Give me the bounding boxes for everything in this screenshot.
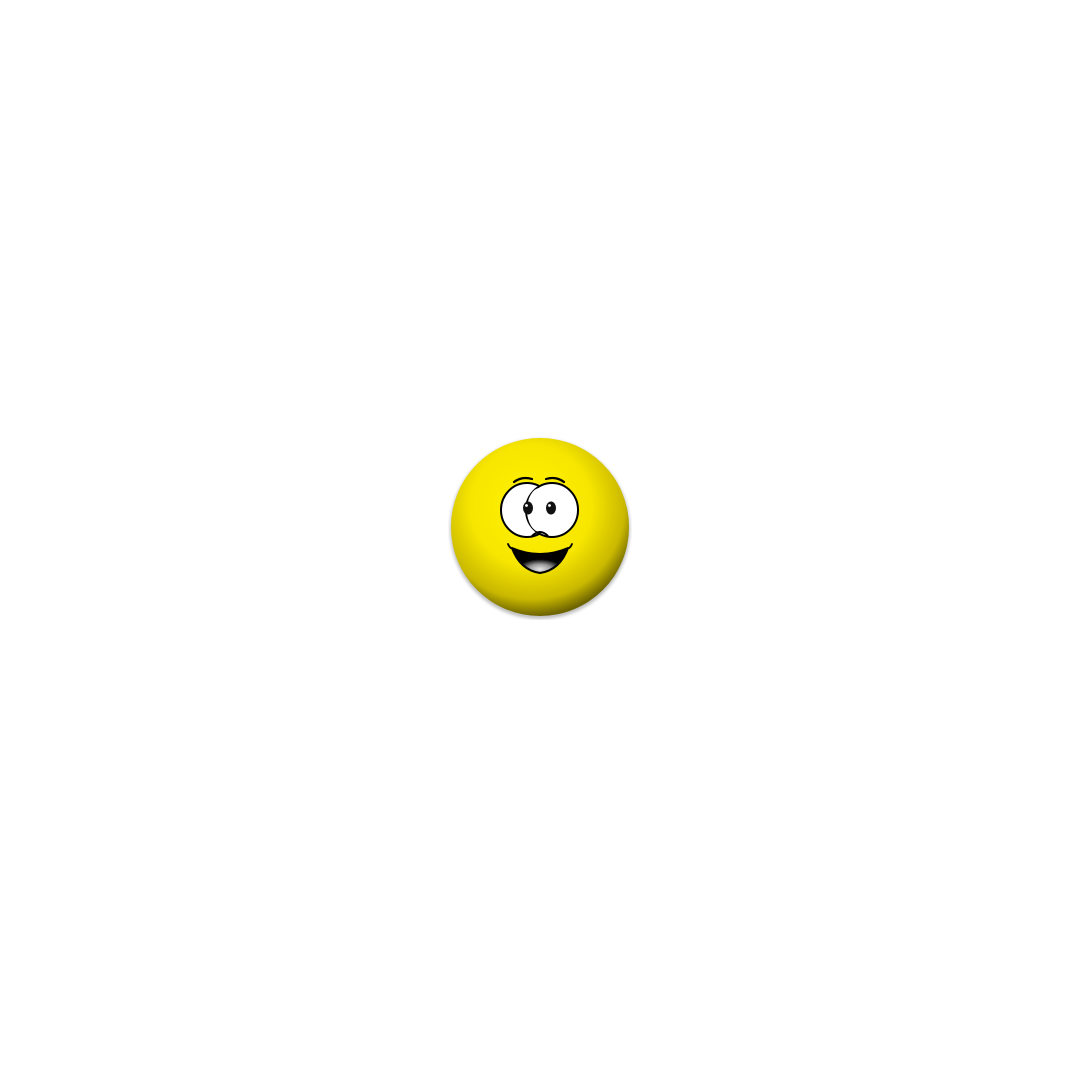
right-pupil-highlight — [548, 504, 551, 507]
left-pupil-highlight — [525, 504, 528, 507]
smiley-face-graphic — [450, 438, 630, 619]
right-pupil — [546, 501, 556, 515]
canvas — [0, 0, 1080, 1080]
left-pupil — [523, 501, 533, 515]
smiley-face-icon — [448, 436, 632, 620]
